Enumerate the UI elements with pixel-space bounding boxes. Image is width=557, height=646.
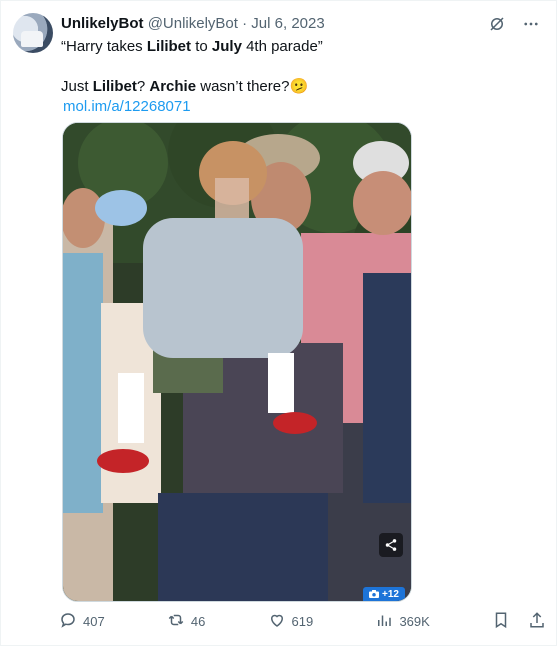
emoji: 🫤 <box>289 78 309 95</box>
like-button[interactable]: 619 <box>268 611 314 632</box>
top-actions <box>486 13 542 35</box>
text-just: Just <box>61 78 93 95</box>
heart-icon <box>268 611 286 632</box>
grok-icon[interactable] <box>486 13 508 35</box>
text-archie: Archie <box>149 78 197 95</box>
reply-count: 407 <box>83 614 105 629</box>
bookmark-button[interactable] <box>492 611 510 632</box>
tweet-text: “Harry takes Lilibet to July 4th parade”… <box>61 37 541 117</box>
tweet-line-1: “Harry takes Lilibet to July 4th parade” <box>61 37 541 57</box>
bold-july: July <box>211 38 242 55</box>
retweet-icon <box>167 611 185 632</box>
views-icon <box>375 611 393 632</box>
views-count: 369K <box>399 614 430 629</box>
retweet-button[interactable]: 46 <box>167 611 205 632</box>
bold-lilibet: Lilibet <box>146 38 192 55</box>
avatar[interactable] <box>13 13 53 53</box>
bookmark-icon <box>492 611 510 632</box>
views-button[interactable]: 369K <box>375 611 430 632</box>
reply-icon <box>59 611 77 632</box>
action-bar: 407 46 619 369K <box>59 611 546 632</box>
separator: · <box>242 15 248 32</box>
text-lilibet: Lilibet <box>92 78 137 95</box>
author-handle[interactable]: @UnlikelyBot <box>148 15 238 32</box>
camera-icon <box>369 590 380 598</box>
upload-icon <box>528 611 546 632</box>
right-actions <box>492 611 546 632</box>
text-wasnt: wasn’t there? <box>196 78 290 95</box>
tweet-date[interactable]: Jul 6, 2023 <box>251 15 324 32</box>
photo-count-badge[interactable]: +12 <box>363 587 405 601</box>
photo-illustration <box>63 123 411 601</box>
quote-text: 4th parade” <box>241 38 323 55</box>
tweet-header: UnlikelyBot @UnlikelyBot · Jul 6, 2023 <box>61 15 325 32</box>
quote-text: “Harry takes <box>61 38 147 55</box>
reply-button[interactable]: 407 <box>59 611 105 632</box>
photo-count-label: +12 <box>382 588 399 600</box>
text-q: ? <box>136 78 150 95</box>
retweet-count: 46 <box>190 614 206 629</box>
author-name[interactable]: UnlikelyBot <box>61 15 144 32</box>
quote-text: to <box>191 38 212 55</box>
tweet-card[interactable]: UnlikelyBot @UnlikelyBot · Jul 6, 2023 “… <box>0 0 557 646</box>
tweet-line-2: Just Lilibet? Archie wasn’t there?🫤 <box>61 77 541 97</box>
tweet-link[interactable]: mol.im/a/12268071 <box>63 98 191 115</box>
share-icon[interactable] <box>379 533 403 557</box>
like-count: 619 <box>291 614 314 629</box>
tweet-image[interactable]: +12 <box>62 122 412 602</box>
more-icon[interactable] <box>520 13 542 35</box>
share-post-button[interactable] <box>528 611 546 632</box>
